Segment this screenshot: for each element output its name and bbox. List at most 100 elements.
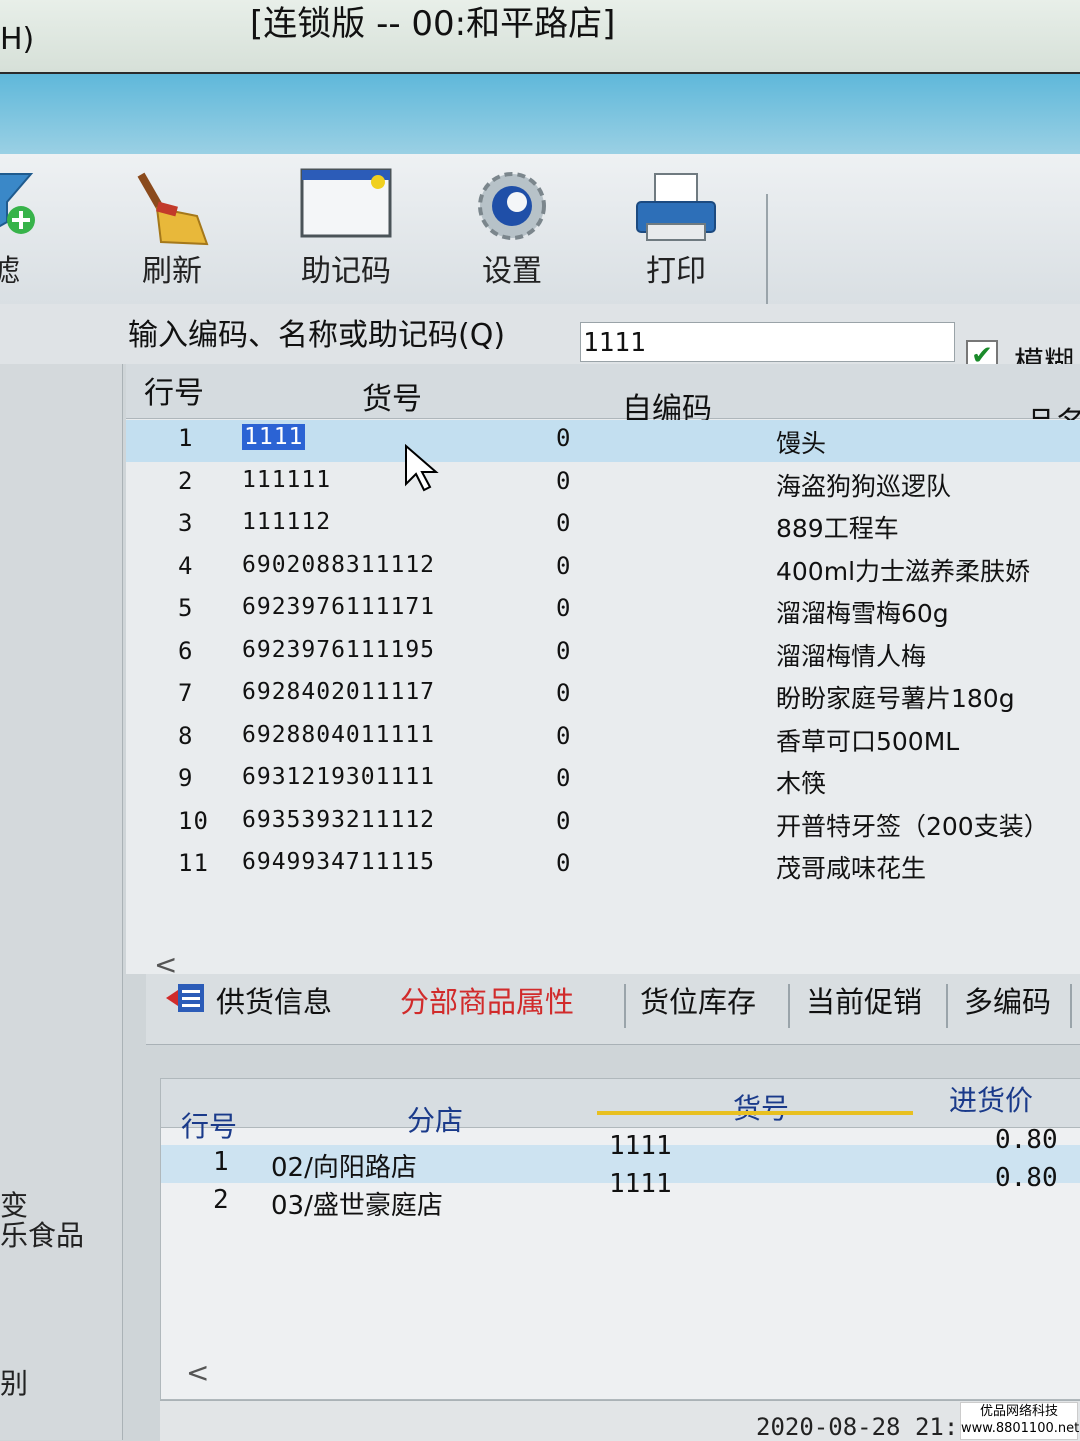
row-number: 9 bbox=[178, 764, 194, 792]
row-number: 10 bbox=[178, 806, 209, 835]
search-row: 输入编码、名称或助记码(Q) 1111 bbox=[0, 304, 1080, 364]
row-number: 1 bbox=[213, 1147, 229, 1177]
product-name: 盼盼家庭号薯片180g bbox=[776, 684, 1015, 713]
product-name: 889工程车 bbox=[776, 514, 899, 543]
refresh-label: 刷新 bbox=[142, 254, 202, 289]
table-row[interactable]: 7 6928402011117 0 盼盼家庭号薯片180g bbox=[126, 675, 1080, 717]
col-header-row[interactable]: 行号 bbox=[144, 368, 204, 412]
print-label: 打印 bbox=[646, 254, 706, 289]
product-name: 香草可口500ML bbox=[776, 726, 960, 756]
self-code: 0 bbox=[556, 721, 571, 750]
self-code: 0 bbox=[556, 764, 571, 792]
left-pane-text: 别 bbox=[0, 1367, 29, 1400]
self-code: 0 bbox=[556, 424, 571, 452]
refresh-button[interactable]: 刷新 bbox=[112, 154, 232, 304]
table-row[interactable]: 1 1111 0 馒头 bbox=[126, 420, 1080, 462]
branch-grid-header: 行号 分店 货号 进货价 bbox=[161, 1079, 1080, 1143]
table-row[interactable]: 2 111111 0 海盗狗狗巡逻队 bbox=[126, 463, 1080, 505]
tab-location-stock[interactable]: 货位库存 bbox=[640, 974, 756, 1042]
search-input[interactable]: 1111 bbox=[580, 322, 955, 362]
self-code: 0 bbox=[556, 509, 571, 537]
self-code: 0 bbox=[556, 551, 571, 580]
self-code: 0 bbox=[556, 466, 571, 495]
filter-button[interactable]: 滤 bbox=[0, 154, 60, 304]
self-code: 0 bbox=[556, 679, 571, 707]
status-datetime: 2020-08-28 21: bbox=[756, 1413, 959, 1441]
left-pane: 变 乐食品 别 bbox=[0, 364, 123, 1440]
table-row[interactable]: 10 6935393211112 0 开普特牙签（200支装） bbox=[126, 803, 1080, 845]
supply-icon bbox=[166, 976, 206, 1032]
title-fragment: H) bbox=[0, 22, 35, 57]
left-pane-text: 乐食品 bbox=[0, 1219, 85, 1252]
row-number: 3 bbox=[178, 509, 194, 537]
tab-current-promotion-label: 当前促销 bbox=[806, 985, 923, 1019]
product-code: 111111 bbox=[242, 466, 332, 493]
table-row[interactable]: 11 6949934711115 0 茂哥咸味花生 bbox=[126, 845, 1080, 887]
product-code: 6928804011111 bbox=[242, 721, 436, 748]
print-button[interactable]: 打印 bbox=[616, 154, 736, 304]
toolbar-divider bbox=[766, 194, 768, 304]
branch-grid: 行号 分店 货号 进货价 1 02/向阳路店 1111 0.80 2 03/盛世豪庭店 11… bbox=[160, 1078, 1080, 1400]
row-number: 8 bbox=[178, 721, 194, 750]
table-row[interactable]: 6 6923976111195 0 溜溜梅情人梅 bbox=[126, 633, 1080, 675]
tab-branch-attributes[interactable]: 分部商品属性 bbox=[400, 974, 574, 1042]
product-name: 400ml力士滋养柔肤娇 bbox=[776, 556, 1031, 586]
product-name: 开普特牙签（200支装） bbox=[776, 811, 1049, 841]
search-label: 输入编码、名称或助记码(Q) bbox=[128, 318, 506, 353]
purchase-price: 0.80 bbox=[995, 1125, 1058, 1155]
table-row[interactable]: 5 6923976111171 0 溜溜梅雪梅60g bbox=[126, 590, 1080, 632]
table-row[interactable]: 8 6928804011111 0 香草可口500ML bbox=[126, 718, 1080, 760]
sort-indicator bbox=[597, 1111, 913, 1115]
window-title: [连锁版 -- 00:和平路店] bbox=[250, 4, 616, 44]
row-number: 1 bbox=[178, 424, 194, 452]
self-code: 0 bbox=[556, 806, 571, 835]
table-row[interactable]: 9 6931219301111 0 木筷 bbox=[126, 760, 1080, 802]
tab-current-promotion[interactable]: 当前促销 bbox=[806, 974, 922, 1042]
branch-grid-scroll-left[interactable]: < bbox=[186, 1356, 209, 1389]
tab-supply-info[interactable]: 供货信息 bbox=[166, 974, 332, 1042]
sub-col-header-store[interactable]: 分店 bbox=[407, 1099, 463, 1139]
product-code: 6923976111195 bbox=[242, 636, 436, 663]
watermark-line1: 优品网络科技 bbox=[979, 1404, 1058, 1419]
table-row[interactable]: 2 03/盛世豪庭店 1111 0.80 bbox=[161, 1163, 1080, 1221]
product-name: 茂哥咸味花生 bbox=[776, 854, 927, 883]
product-name: 馒头 bbox=[776, 429, 827, 458]
tab-multi-code-label: 多编码 bbox=[964, 985, 1052, 1019]
tab-divider bbox=[1070, 984, 1072, 1028]
settings-button[interactable]: 设置 bbox=[452, 154, 572, 304]
tab-location-stock-label: 货位库存 bbox=[640, 985, 757, 1019]
product-code: 6931219301111 bbox=[242, 764, 436, 790]
tab-divider bbox=[624, 984, 626, 1028]
filter-label: 滤 bbox=[0, 254, 20, 289]
col-header-code[interactable]: 货号 bbox=[362, 374, 422, 418]
product-name: 海盗狗狗巡逻队 bbox=[776, 471, 952, 501]
detail-tabs: 供货信息 分部商品属性 货位库存 当前促销 多编码 bbox=[146, 974, 1080, 1045]
title-bar: H) [连锁版 -- 00:和平路店] bbox=[0, 0, 1080, 74]
product-code: 1111 bbox=[609, 1169, 672, 1199]
sub-col-header-code[interactable]: 货号 bbox=[733, 1087, 789, 1127]
table-row[interactable]: 4 6902088311112 0 400ml力士滋养柔肤娇 bbox=[126, 548, 1080, 590]
broom-icon bbox=[127, 168, 217, 252]
tab-multi-code[interactable]: 多编码 bbox=[964, 974, 1051, 1042]
sub-col-header-price[interactable]: 进货价 bbox=[949, 1079, 1033, 1119]
sub-col-header-row[interactable]: 行号 bbox=[181, 1105, 237, 1145]
tab-divider bbox=[946, 984, 948, 1028]
product-code: 1111 bbox=[609, 1131, 672, 1161]
store-name: 02/向阳路店 bbox=[271, 1153, 417, 1183]
product-code: 6902088311112 bbox=[242, 551, 436, 578]
row-number: 4 bbox=[178, 551, 194, 580]
row-number: 2 bbox=[178, 466, 194, 495]
ribbon-band bbox=[0, 74, 1080, 154]
mnemonic-label: 助记码 bbox=[301, 254, 391, 289]
product-code: 111112 bbox=[242, 509, 332, 535]
grid-header: 行号 货号 自编码 品名 bbox=[126, 364, 1080, 441]
row-number: 2 bbox=[213, 1185, 229, 1215]
self-code: 0 bbox=[556, 636, 571, 665]
tab-supply-info-label: 供货信息 bbox=[216, 985, 333, 1019]
product-name: 溜溜梅雪梅60g bbox=[776, 599, 949, 628]
row-number: 6 bbox=[178, 636, 194, 665]
row-number: 5 bbox=[178, 594, 194, 622]
mnemonic-button[interactable]: 助记码 bbox=[286, 154, 406, 304]
table-row[interactable]: 3 111112 0 889工程车 bbox=[126, 505, 1080, 547]
store-name: 03/盛世豪庭店 bbox=[271, 1191, 443, 1221]
